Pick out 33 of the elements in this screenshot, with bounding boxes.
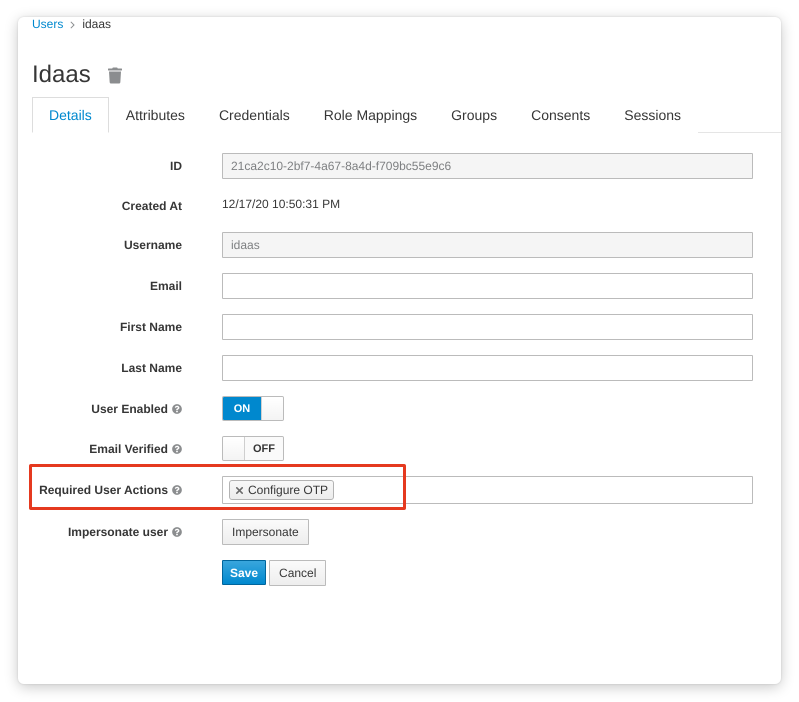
help-icon[interactable]: [172, 527, 182, 537]
delete-icon[interactable]: [108, 66, 122, 84]
field-label: Username: [124, 238, 182, 252]
toggle-switch[interactable]: OFF: [222, 436, 284, 461]
input-field[interactable]: 21ca2c10-2bf7-4a67-8a4d-f709bc55e9c6: [222, 153, 753, 179]
field-label: Required User Actions: [39, 483, 168, 497]
impersonate-button[interactable]: Impersonate: [222, 519, 309, 545]
breadcrumb-current: idaas: [82, 17, 112, 32]
field-label: Created At: [122, 198, 182, 212]
field-label: Impersonate user: [68, 525, 168, 539]
field-value: 12/17/20 10:50:31 PM: [222, 196, 342, 211]
field-label: Last Name: [121, 361, 182, 375]
breadcrumb-link[interactable]: Users: [32, 17, 64, 32]
field-label: First Name: [120, 320, 182, 334]
chevron-right-icon: [70, 20, 76, 28]
toggle-switch[interactable]: ON: [222, 396, 284, 421]
field-label: ID: [170, 159, 182, 173]
page-title: Idaas: [32, 61, 91, 89]
input-field[interactable]: [222, 273, 753, 299]
input-field[interactable]: [222, 355, 753, 381]
cancel-button[interactable]: Cancel: [269, 560, 326, 586]
tab[interactable]: Details: [32, 97, 109, 133]
input-field[interactable]: [222, 314, 753, 340]
help-icon[interactable]: [172, 444, 182, 454]
tags-field[interactable]: Configure OTP: [222, 476, 753, 504]
help-icon[interactable]: [172, 485, 182, 495]
tag-label: Configure OTP: [248, 483, 328, 497]
field-label: Email: [150, 279, 182, 293]
input-field[interactable]: idaas: [222, 232, 753, 258]
field-label: User Enabled: [91, 402, 168, 416]
help-icon[interactable]: [172, 404, 182, 414]
close-icon[interactable]: [236, 486, 243, 494]
field-label: Email Verified: [89, 442, 168, 456]
